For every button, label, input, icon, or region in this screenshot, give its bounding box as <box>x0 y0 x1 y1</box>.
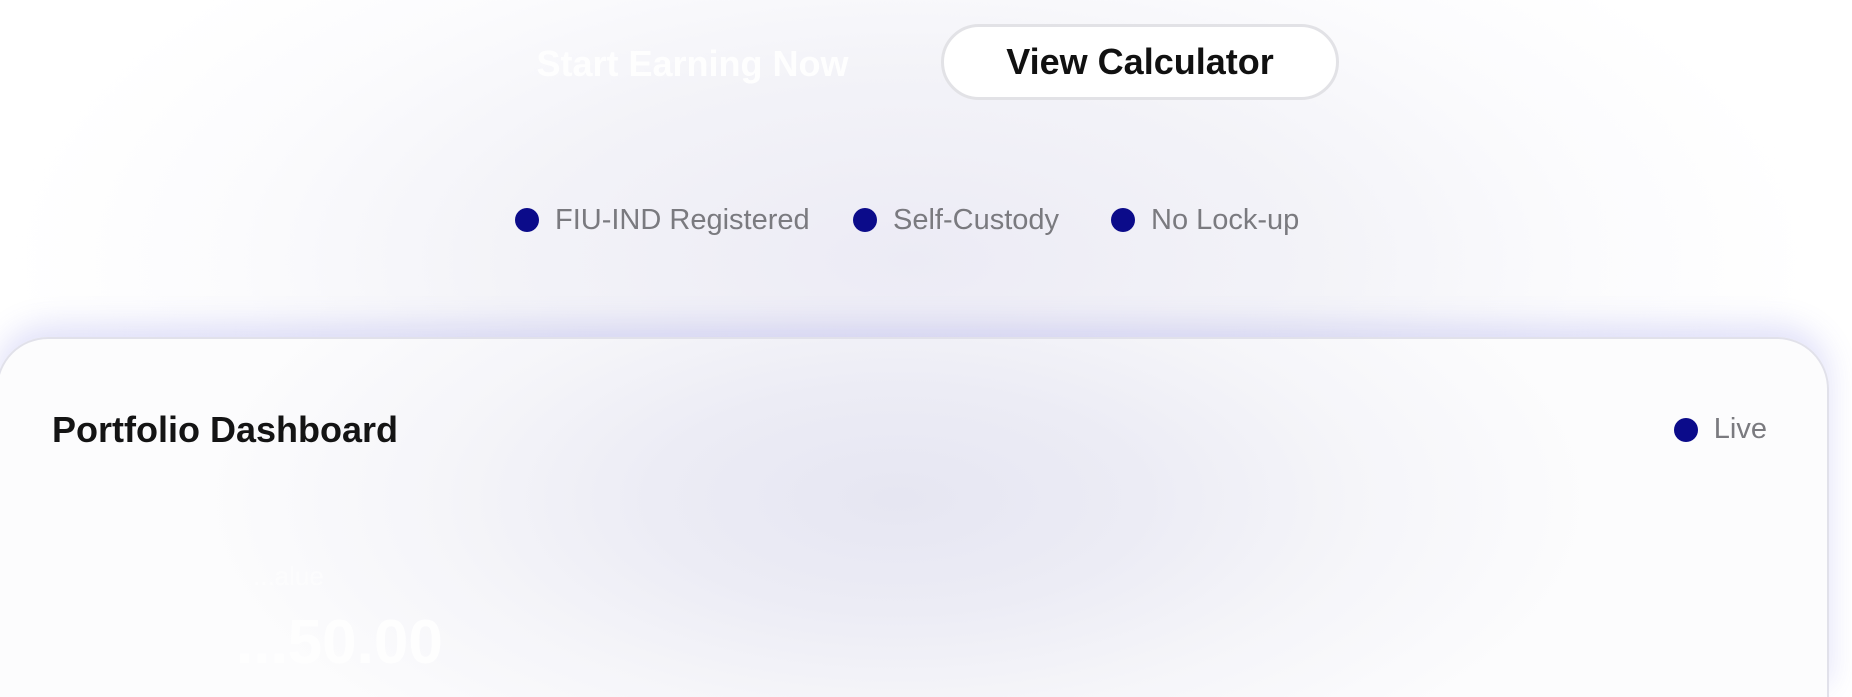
status-dot-icon <box>515 208 539 232</box>
start-earning-button[interactable]: Start Earning Now <box>500 24 885 104</box>
status-dot-icon <box>1111 208 1135 232</box>
live-status-indicator: Live <box>1673 413 1767 446</box>
view-calculator-button[interactable]: View Calculator <box>941 24 1339 100</box>
badge-label: Self-Custody <box>893 203 1060 236</box>
badge-fiu-registered: FIU-IND Registered <box>515 200 810 240</box>
status-dot-icon <box>853 208 877 232</box>
badge-label: FIU-IND Registered <box>555 203 810 236</box>
portfolio-dashboard-card: Portfolio Dashboard Live ...alue ...50.0… <box>0 337 1829 697</box>
trust-badges: FIU-IND Registered Self-Custody No Lock-… <box>0 200 1852 240</box>
badge-no-lockup: No Lock-up <box>1111 200 1299 240</box>
cta-row: Start Earning Now View Calculator <box>0 24 1852 104</box>
dashboard-title: Portfolio Dashboard <box>52 409 399 450</box>
balance-value: ...50.00 <box>236 608 443 677</box>
live-label: Live <box>1713 413 1767 445</box>
badge-label: No Lock-up <box>1151 203 1300 236</box>
live-dot-icon <box>1673 417 1698 442</box>
balance-label: ...alue <box>253 561 324 591</box>
badge-self-custody: Self-Custody <box>853 200 1059 240</box>
